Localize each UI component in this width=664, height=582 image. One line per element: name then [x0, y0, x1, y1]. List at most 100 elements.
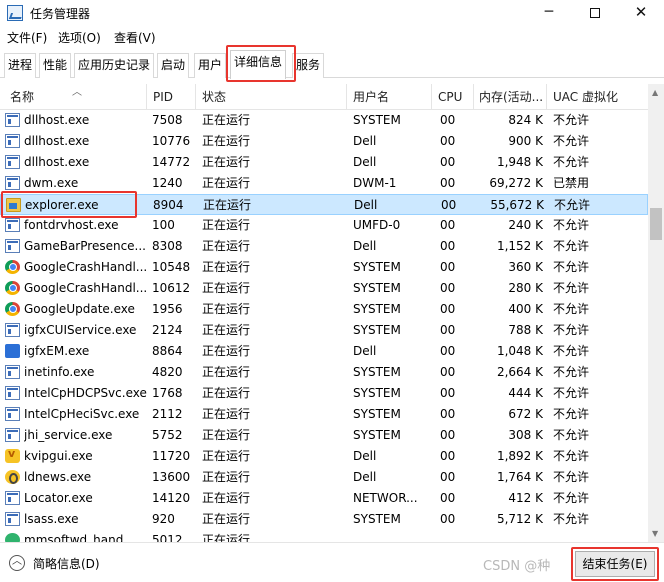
process-uac: 不允许: [553, 260, 590, 274]
process-uac: 不允许: [554, 198, 591, 212]
process-uac: 不允许: [553, 386, 590, 400]
process-memory: 69,272 K: [489, 176, 543, 190]
process-uac: 不允许: [553, 365, 590, 379]
process-pid: 1956: [152, 302, 183, 316]
vertical-scrollbar[interactable]: ▲ ▼: [648, 84, 664, 542]
process-user: DWM-1: [353, 176, 397, 190]
table-row[interactable]: Locator.exe 14120 正在运行 NETWOR... 00 412 K 不允许: [0, 488, 648, 509]
process-user: Dell: [353, 239, 377, 253]
column-user[interactable]: 用户名: [347, 84, 432, 110]
process-memory: 240 K: [508, 218, 543, 232]
process-cpu: 00: [440, 302, 456, 316]
tab-startup[interactable]: 启动: [157, 53, 190, 78]
exe-icon: [5, 323, 20, 337]
process-pid: 2124: [152, 323, 183, 337]
scroll-thumb[interactable]: [650, 208, 662, 240]
process-pid: 8864: [152, 344, 183, 358]
table-row[interactable]: GoogleCrashHandl... 10548 正在运行 SYSTEM 00 360 …: [0, 257, 648, 278]
process-pid: 100: [152, 218, 175, 232]
process-pid: 8308: [152, 239, 183, 253]
process-status: 正在运行: [202, 344, 251, 358]
process-status: 正在运行: [202, 113, 251, 127]
table-row[interactable]: kvipgui.exe 11720 正在运行 Dell 00 1,892 K 不允许: [0, 446, 648, 467]
column-cpu[interactable]: CPU: [432, 84, 474, 110]
column-pid[interactable]: PID: [147, 84, 196, 110]
table-row[interactable]: dllhost.exe 10776 正在运行 Dell 00 900 K 不允许: [0, 131, 648, 152]
process-user: SYSTEM: [353, 113, 401, 127]
ldnews-icon: [5, 470, 20, 484]
exe-icon: [5, 365, 20, 379]
process-status: 正在运行: [202, 281, 251, 295]
chevron-up-icon[interactable]: ︿: [9, 555, 25, 571]
process-pid: 1240: [152, 176, 183, 190]
process-pid: 10548: [152, 260, 191, 274]
tab-processes[interactable]: 进程: [4, 53, 37, 78]
tab-performance[interactable]: 性能: [39, 53, 72, 78]
process-user: SYSTEM: [353, 260, 401, 274]
table-row[interactable]: mmsoftwd_hand... 5012 正在运行: [0, 530, 648, 542]
process-name: dllhost.exe: [24, 134, 90, 148]
process-status: 正在运行: [202, 302, 251, 316]
process-cpu: 00: [440, 491, 456, 505]
column-uac[interactable]: UAC 虚拟化: [547, 84, 648, 110]
table-row[interactable]: jhi_service.exe 5752 正在运行 SYSTEM 00 308 K 不允许: [0, 425, 648, 446]
menu-view[interactable]: 查看(V): [114, 29, 156, 46]
table-row[interactable]: lsass.exe 920 正在运行 SYSTEM 00 5,712 K 不允许: [0, 509, 648, 530]
exe-icon: [5, 176, 20, 190]
column-name[interactable]: 名称 ︿: [4, 84, 147, 110]
menu-options[interactable]: 选项(O): [58, 29, 101, 46]
process-status: 正在运行: [202, 491, 251, 505]
process-name: fontdrvhost.exe: [24, 218, 119, 232]
process-user: Dell: [353, 449, 377, 463]
process-uac: 不允许: [553, 218, 590, 232]
table-row[interactable]: GoogleUpdate.exe 1956 正在运行 SYSTEM 00 400 K 不允许: [0, 299, 648, 320]
menu-file[interactable]: 文件(F): [7, 29, 47, 46]
process-user: SYSTEM: [353, 365, 401, 379]
close-button[interactable]: ✕: [618, 0, 664, 26]
minimize-button[interactable]: ─: [526, 0, 572, 26]
process-memory: 444 K: [508, 386, 543, 400]
process-memory: 1,152 K: [496, 239, 543, 253]
table-row[interactable]: GoogleCrashHandl... 10612 正在运行 SYSTEM 00 280 …: [0, 278, 648, 299]
process-memory: 1,764 K: [496, 470, 543, 484]
process-cpu: [440, 530, 476, 542]
table-row[interactable]: GameBarPresence... 8308 正在运行 Dell 00 1,152 K 不…: [0, 236, 648, 257]
column-memory[interactable]: 内存(活动...: [474, 84, 547, 110]
table-row[interactable]: IntelCpHDCPSvc.exe 1768 正在运行 SYSTEM 00 444 K 不…: [0, 383, 648, 404]
maximize-button[interactable]: [572, 0, 618, 26]
fewer-details-link[interactable]: 简略信息(D): [33, 555, 100, 572]
kvip-icon: [5, 447, 20, 463]
process-user: Dell: [353, 155, 377, 169]
scroll-down-icon[interactable]: ▼: [652, 529, 658, 538]
table-row[interactable]: igfxEM.exe 8864 正在运行 Dell 00 1,048 K 不允许: [0, 341, 648, 362]
tab-app-history[interactable]: 应用历史记录: [74, 53, 155, 78]
table-row[interactable]: fontdrvhost.exe 100 正在运行 UMFD-0 00 240 K 不允许: [0, 215, 648, 236]
process-name: GoogleCrashHandl...: [24, 281, 148, 295]
tab-services[interactable]: 服务: [292, 53, 325, 78]
title-bar: 任务管理器 ─ ✕: [0, 0, 664, 26]
process-name: IntelCpHDCPSvc.exe: [24, 386, 147, 400]
table-row[interactable]: dllhost.exe 14772 正在运行 Dell 00 1,948 K 不允许: [0, 152, 648, 173]
process-status: 正在运行: [202, 260, 251, 274]
exe-icon: [5, 134, 20, 148]
exe-icon: [5, 218, 20, 232]
process-name: dllhost.exe: [24, 113, 90, 127]
process-status: 正在运行: [202, 407, 251, 421]
watermark: CSDN @种: [483, 559, 551, 574]
process-status: 正在运行: [202, 449, 251, 463]
process-name: igfxCUIService.exe: [24, 323, 137, 337]
table-row[interactable]: IntelCpHeciSvc.exe 2112 正在运行 SYSTEM 00 672 K 不…: [0, 404, 648, 425]
table-row[interactable]: inetinfo.exe 4820 正在运行 SYSTEM 00 2,664 K 不允许: [0, 362, 648, 383]
scroll-up-icon[interactable]: ▲: [652, 88, 658, 97]
table-row[interactable]: ldnews.exe 13600 正在运行 Dell 00 1,764 K 不允许: [0, 467, 648, 488]
table-row[interactable]: igfxCUIService.exe 2124 正在运行 SYSTEM 00 788 K 不…: [0, 320, 648, 341]
column-status[interactable]: 状态: [196, 84, 347, 110]
process-user: Dell: [353, 134, 377, 148]
process-cpu: 00: [440, 155, 456, 169]
exe-icon: [5, 512, 20, 526]
process-cpu: 00: [440, 407, 456, 421]
process-name: inetinfo.exe: [24, 365, 95, 379]
table-row[interactable]: dllhost.exe 7508 正在运行 SYSTEM 00 824 K 不允许: [0, 110, 648, 131]
tab-users[interactable]: 用户: [194, 53, 227, 78]
process-memory: 900 K: [508, 134, 543, 148]
